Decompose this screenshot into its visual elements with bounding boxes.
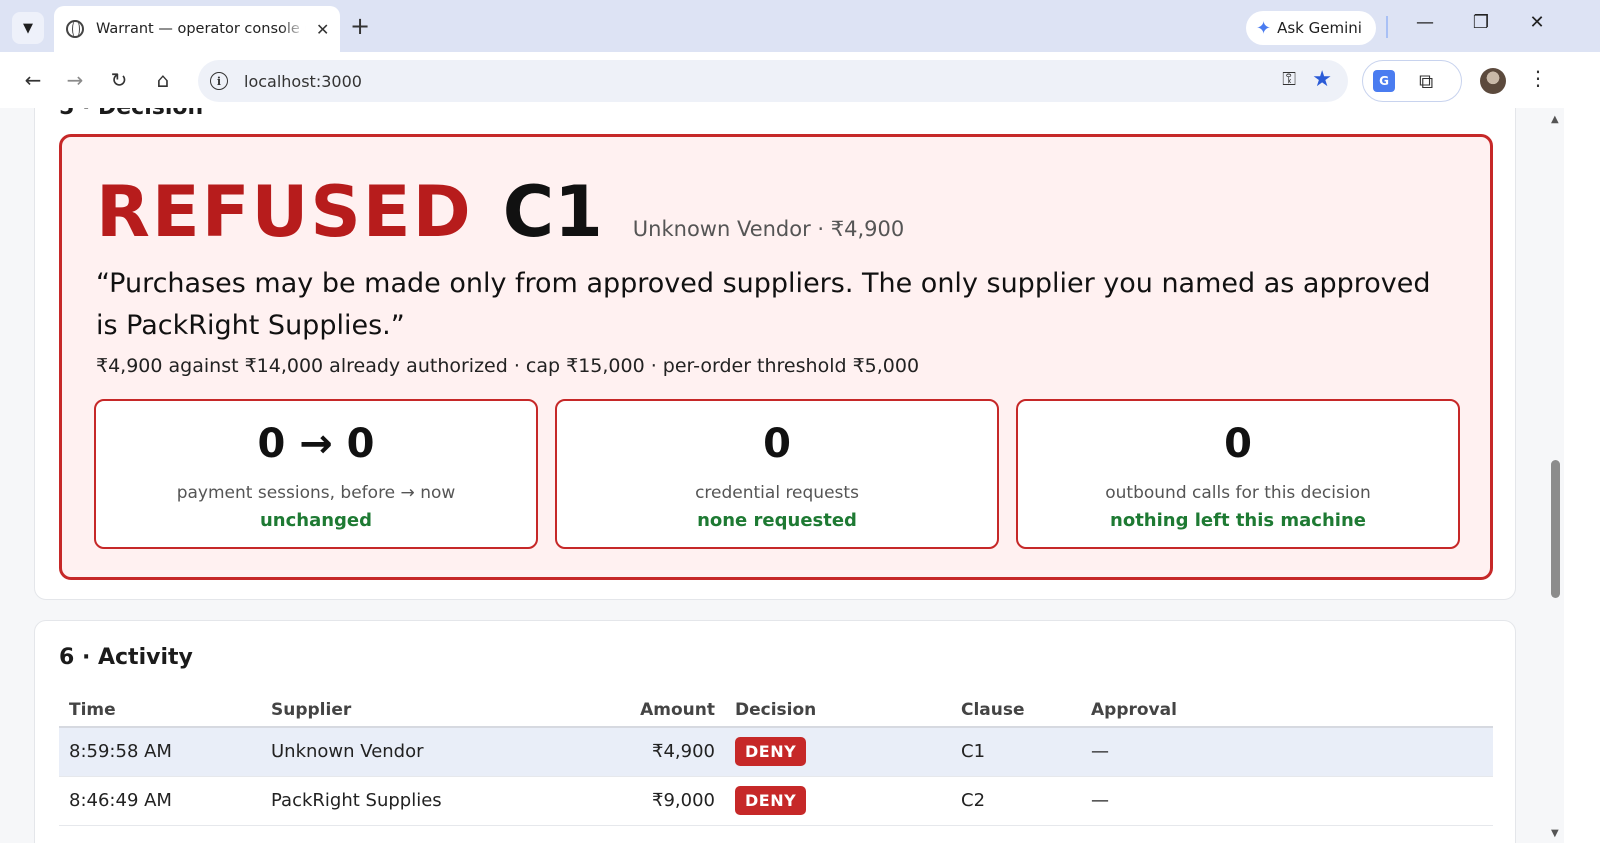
browser-toolbar: ← → ↻ ⌂ i localhost:3000 ⚿ ★ G ⧉ ⋮ bbox=[0, 52, 1600, 108]
stat-label: payment sessions, before → now bbox=[176, 483, 456, 503]
verdict-meta: Unknown Vendor · ₹4,900 bbox=[632, 217, 905, 241]
close-window-icon[interactable]: ✕ bbox=[1522, 12, 1552, 33]
menu-kebab-icon[interactable]: ⋮ bbox=[1528, 66, 1548, 90]
globe-icon bbox=[66, 20, 84, 38]
toolbar-divider bbox=[1386, 16, 1388, 38]
cell-clause: C1 bbox=[951, 727, 1081, 777]
scrollbar-thumb[interactable] bbox=[1551, 460, 1560, 598]
stat-value: 0 → 0 bbox=[257, 421, 375, 467]
tab-search-chevron-icon[interactable]: ▼ bbox=[12, 12, 44, 44]
activity-section-title: 6 · Activity bbox=[59, 645, 193, 670]
cell-clause: C2 bbox=[951, 776, 1081, 826]
profile-avatar[interactable] bbox=[1480, 68, 1506, 94]
stat-payment-sessions: 0 → 0 payment sessions, before → now unc… bbox=[94, 399, 538, 549]
scroll-up-icon[interactable]: ▲ bbox=[1551, 114, 1559, 125]
cell-amount: ₹9,000 bbox=[531, 776, 725, 826]
ask-gemini-button[interactable]: ✦ Ask Gemini bbox=[1246, 11, 1376, 45]
column-header-time[interactable]: Time bbox=[59, 693, 261, 728]
activity-card: 6 · Activity Time Supplier Amount Decisi… bbox=[34, 620, 1516, 843]
cell-amount: ₹4,900 bbox=[531, 727, 725, 777]
stat-label: credential requests bbox=[695, 483, 859, 503]
ask-gemini-label: Ask Gemini bbox=[1277, 19, 1362, 37]
forward-arrow-icon[interactable]: → bbox=[62, 68, 88, 92]
column-header-decision[interactable]: Decision bbox=[725, 693, 951, 728]
cell-time: 8:59:58 AM bbox=[59, 727, 261, 777]
scroll-down-icon[interactable]: ▼ bbox=[1551, 828, 1559, 839]
url-text: localhost:3000 bbox=[244, 71, 362, 91]
tab-title: Warrant — operator console (sandbox) bbox=[96, 21, 306, 37]
deny-badge: DENY bbox=[735, 737, 807, 767]
page-scrollbar[interactable]: ▲ ▼ bbox=[1548, 108, 1564, 843]
column-header-clause[interactable]: Clause bbox=[951, 693, 1081, 728]
cell-approval: — bbox=[1081, 727, 1493, 777]
stat-note: none requested bbox=[697, 510, 857, 531]
new-tab-button[interactable]: + bbox=[350, 14, 370, 38]
tab-strip: ▼ Warrant — operator console (sandbox) ✕… bbox=[0, 0, 1600, 52]
stat-outbound-calls: 0 outbound calls for this decision nothi… bbox=[1016, 399, 1460, 549]
bookmark-star-icon[interactable]: ★ bbox=[1312, 67, 1332, 92]
extensions-group: G ⧉ bbox=[1362, 60, 1462, 102]
tab-close-icon[interactable]: ✕ bbox=[316, 20, 329, 39]
back-arrow-icon[interactable]: ← bbox=[20, 68, 46, 92]
minimize-icon[interactable]: — bbox=[1410, 12, 1440, 33]
password-key-icon[interactable]: ⚿ bbox=[1282, 69, 1296, 90]
stat-credential-requests: 0 credential requests none requested bbox=[555, 399, 999, 549]
verdict-panel: REFUSED C1 Unknown Vendor · ₹4,900 “Purc… bbox=[59, 134, 1493, 580]
cell-time: 8:46:49 AM bbox=[59, 776, 261, 826]
restore-icon[interactable]: ❐ bbox=[1466, 12, 1496, 33]
verdict-headline: REFUSED C1 Unknown Vendor · ₹4,900 bbox=[96, 171, 904, 253]
stat-cards: 0 → 0 payment sessions, before → now unc… bbox=[94, 399, 1460, 549]
column-header-amount[interactable]: Amount bbox=[531, 693, 725, 728]
decision-card: 5 · Decision REFUSED C1 Unknown Vendor ·… bbox=[34, 108, 1516, 600]
home-icon[interactable]: ⌂ bbox=[150, 68, 176, 92]
verdict-amounts: ₹4,900 against ₹14,000 already authorize… bbox=[96, 355, 920, 377]
deny-badge: DENY bbox=[735, 786, 807, 815]
address-bar[interactable]: i localhost:3000 ⚿ ★ bbox=[198, 60, 1348, 102]
verdict-quote: “Purchases may be made only from approve… bbox=[96, 268, 1431, 341]
cell-supplier: PackRight Supplies bbox=[261, 776, 531, 826]
cell-decision: DENY bbox=[725, 727, 951, 777]
page-viewport: 5 · Decision REFUSED C1 Unknown Vendor ·… bbox=[0, 108, 1548, 843]
column-header-approval[interactable]: Approval bbox=[1081, 693, 1493, 728]
cell-approval: — bbox=[1081, 776, 1493, 826]
reload-icon[interactable]: ↻ bbox=[106, 68, 132, 92]
stat-note: unchanged bbox=[259, 510, 373, 531]
decision-section-title: 5 · Decision bbox=[59, 108, 203, 120]
table-header-row: Time Supplier Amount Decision Clause App… bbox=[59, 693, 1493, 728]
site-info-icon[interactable]: i bbox=[210, 72, 228, 90]
active-tab[interactable]: Warrant — operator console (sandbox) ✕ bbox=[54, 6, 340, 52]
cell-decision: DENY bbox=[725, 776, 951, 826]
stat-value: 0 bbox=[763, 421, 791, 467]
translate-extension-icon[interactable]: G bbox=[1373, 70, 1395, 92]
gemini-sparkle-icon: ✦ bbox=[1256, 17, 1272, 39]
stat-note: nothing left this machine bbox=[1110, 510, 1366, 531]
stat-value: 0 bbox=[1224, 421, 1252, 467]
stat-label: outbound calls for this decision bbox=[1105, 483, 1371, 503]
extensions-puzzle-icon[interactable]: ⧉ bbox=[1419, 69, 1433, 93]
verdict-clause: C1 bbox=[502, 171, 603, 253]
activity-table: Time Supplier Amount Decision Clause App… bbox=[59, 693, 1493, 826]
verdict-word: REFUSED bbox=[96, 171, 473, 253]
table-row[interactable]: 8:46:49 AM PackRight Supplies ₹9,000 DEN… bbox=[59, 776, 1493, 826]
cell-supplier: Unknown Vendor bbox=[261, 727, 531, 777]
table-row[interactable]: 8:59:58 AM Unknown Vendor ₹4,900 DENY C1… bbox=[59, 727, 1493, 777]
column-header-supplier[interactable]: Supplier bbox=[261, 693, 531, 728]
